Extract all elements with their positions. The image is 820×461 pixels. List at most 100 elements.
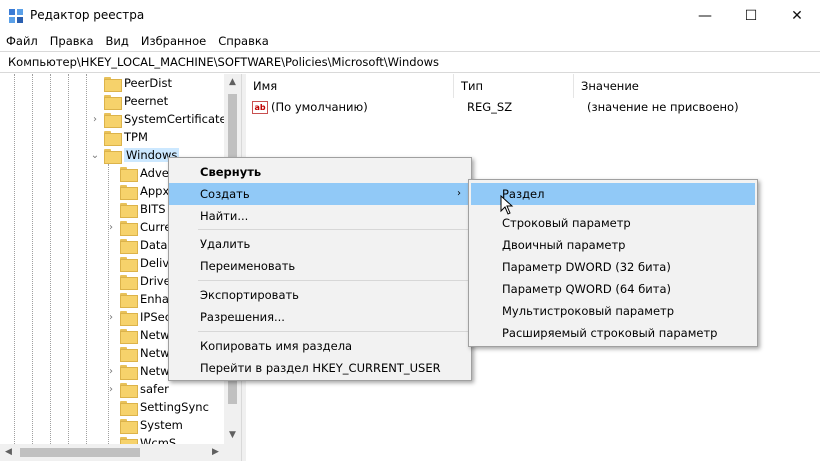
menu-item-go-to-hkcu[interactable]: Перейти в раздел HKEY_CURRENT_USER [169, 357, 471, 379]
folder-icon [120, 202, 138, 218]
tree-guide-line [32, 74, 33, 444]
tree-item[interactable]: Peernet [104, 92, 168, 110]
folder-icon [120, 220, 138, 236]
menu-separator [198, 280, 468, 281]
menu-item-export[interactable]: Экспортировать [169, 284, 471, 306]
menu-favorites[interactable]: Избранное [135, 31, 212, 51]
menu-item-new-label: Создать [200, 187, 250, 201]
folder-icon [120, 346, 138, 362]
folder-icon [120, 256, 138, 272]
registry-editor-icon [9, 9, 23, 23]
menu-bar: Файл Правка Вид Избранное Справка [0, 31, 820, 51]
menu-item-find[interactable]: Найти... [169, 205, 471, 227]
scroll-left-icon[interactable]: ◀ [0, 444, 17, 461]
folder-icon [120, 310, 138, 326]
minimize-button[interactable]: — [682, 0, 728, 31]
tree-item[interactable]: Deliv [120, 254, 169, 272]
tree-item[interactable]: System [120, 416, 183, 434]
scrollbar-thumb[interactable] [20, 448, 140, 457]
menu-item-qword-value[interactable]: Параметр QWORD (64 бита) [471, 278, 755, 300]
tree-item[interactable]: Enha [120, 290, 169, 308]
menu-item-collapse[interactable]: Свернуть [169, 161, 471, 183]
tree-item[interactable]: › IPSec [109, 308, 171, 326]
tree-guide-line [50, 74, 51, 444]
menu-item-new[interactable]: Создать › [169, 183, 471, 205]
menu-item-string-value[interactable]: Строковый параметр [471, 212, 755, 234]
tree-item[interactable]: › Curre [109, 218, 171, 236]
folder-icon [120, 274, 138, 290]
folder-icon [120, 382, 138, 398]
tree-item[interactable]: BITS [120, 200, 166, 218]
tree-horizontal-scrollbar[interactable]: ◀ ▶ [0, 444, 241, 461]
tree-item[interactable]: WcmS [120, 434, 176, 444]
folder-icon [104, 76, 122, 92]
folder-icon [120, 328, 138, 344]
tree-item[interactable]: › SystemCertificates [93, 110, 233, 128]
window-title: Редактор реестра [30, 8, 145, 22]
column-header-type[interactable]: Тип [454, 74, 574, 98]
tree-item[interactable]: TPM [104, 128, 148, 146]
folder-icon [120, 292, 138, 308]
value-data: (значение не присвоено) [587, 100, 739, 114]
menu-item-delete[interactable]: Удалить [169, 233, 471, 255]
tree-guide-line [108, 164, 109, 444]
menu-item-binary-value[interactable]: Двоичный параметр [471, 234, 755, 256]
folder-icon [120, 400, 138, 416]
tree-item[interactable]: › Netw [109, 362, 170, 380]
submenu-arrow-icon: › [457, 188, 461, 199]
menu-item-expandable-string-value[interactable]: Расширяемый строковый параметр [471, 322, 755, 344]
value-type: REG_SZ [467, 100, 513, 114]
scroll-down-icon[interactable]: ▼ [224, 427, 241, 444]
tree-guide-line [86, 74, 87, 444]
folder-icon [104, 94, 122, 110]
folder-icon [104, 130, 122, 146]
menu-help[interactable]: Справка [212, 31, 275, 51]
chevron-down-icon[interactable]: ⌄ [90, 150, 100, 161]
menu-separator [198, 331, 468, 332]
scroll-up-icon[interactable]: ▲ [224, 74, 241, 91]
folder-icon [120, 184, 138, 200]
tree-item[interactable]: › safer [109, 380, 169, 398]
tree-item[interactable]: Adve [120, 164, 169, 182]
close-button[interactable]: ✕ [774, 0, 820, 31]
mouse-cursor-icon [500, 195, 514, 215]
folder-icon [120, 166, 138, 182]
folder-icon [120, 436, 138, 444]
tree-item[interactable]: Netw [120, 344, 170, 362]
chevron-right-icon[interactable]: › [90, 114, 100, 125]
menu-item-multi-string-value[interactable]: Мультистроковый параметр [471, 300, 755, 322]
column-header-name[interactable]: Имя [246, 74, 454, 98]
folder-icon [120, 238, 138, 254]
tree-guide-line [14, 74, 15, 444]
menu-item-dword-value[interactable]: Параметр DWORD (32 бита) [471, 256, 755, 278]
column-headers: Имя Тип Значение [246, 74, 820, 98]
title-bar: Редактор реестра — ☐ ✕ [0, 0, 820, 31]
tree-guide-line [68, 74, 69, 444]
tree-item[interactable]: SettingSync [120, 398, 209, 416]
chevron-right-icon[interactable]: › [106, 384, 116, 395]
table-row[interactable]: ab (По умолчанию) REG_SZ (значение не пр… [246, 98, 739, 116]
maximize-button[interactable]: ☐ [728, 0, 774, 31]
chevron-right-icon[interactable]: › [106, 366, 116, 377]
menu-edit[interactable]: Правка [44, 31, 100, 51]
folder-icon [104, 148, 122, 164]
address-bar[interactable]: Компьютер\HKEY_LOCAL_MACHINE\SOFTWARE\Po… [0, 51, 820, 73]
value-name: (По умолчанию) [271, 100, 368, 114]
tree-item[interactable]: PeerDist [104, 74, 172, 92]
menu-item-rename[interactable]: Переименовать [169, 255, 471, 277]
string-value-icon: ab [252, 100, 268, 114]
menu-separator [198, 229, 468, 230]
menu-item-copy-key-name[interactable]: Копировать имя раздела [169, 335, 471, 357]
scroll-right-icon[interactable]: ▶ [207, 444, 224, 461]
column-header-value[interactable]: Значение [574, 74, 820, 98]
tree-item[interactable]: Drive [120, 272, 171, 290]
chevron-right-icon[interactable]: › [106, 222, 116, 233]
folder-icon [120, 418, 138, 434]
tree-item[interactable]: Netw [120, 326, 170, 344]
context-menu: Свернуть Создать › Найти... Удалить Пере… [168, 157, 472, 381]
menu-file[interactable]: Файл [0, 31, 44, 51]
menu-view[interactable]: Вид [100, 31, 135, 51]
chevron-right-icon[interactable]: › [106, 312, 116, 323]
tree-item[interactable]: Appx [120, 182, 169, 200]
menu-item-permissions[interactable]: Разрешения... [169, 306, 471, 328]
